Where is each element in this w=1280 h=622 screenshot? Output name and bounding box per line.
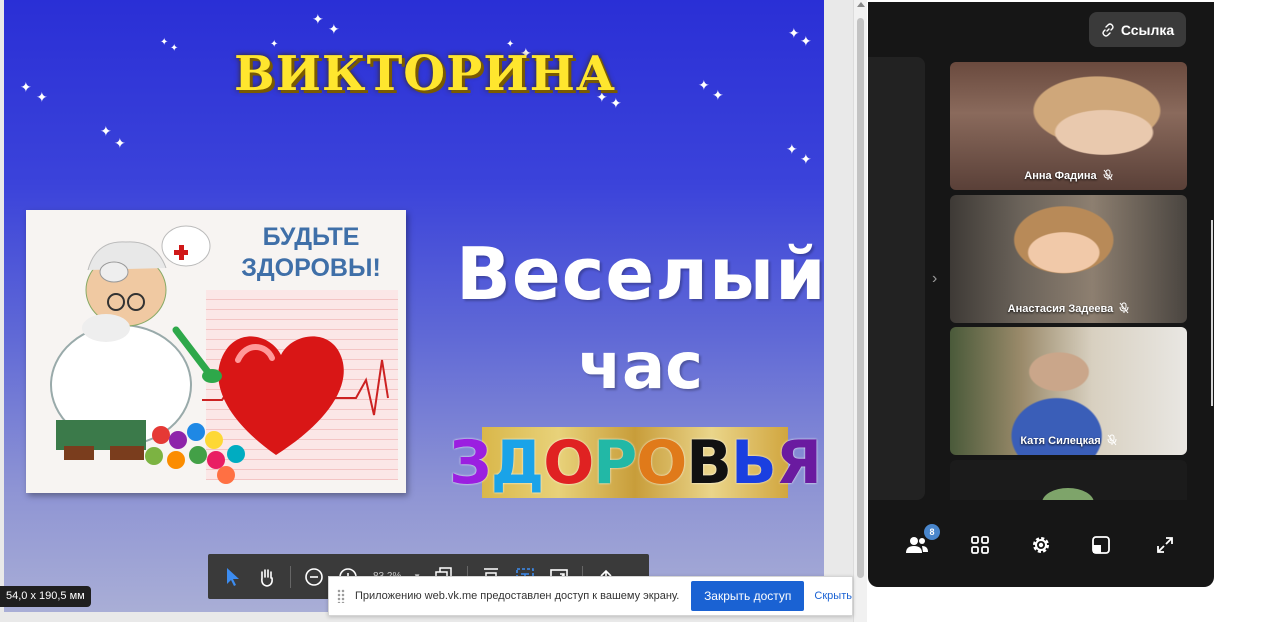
screen-share-notification: Приложению web.vk.me предоставлен доступ…	[328, 576, 853, 616]
subtitle-letter: О	[543, 427, 594, 498]
participant-avatar	[1042, 488, 1094, 500]
star-decoration: ✦	[160, 37, 169, 48]
subtitle-letter: Ь	[730, 427, 777, 498]
viewer-scrollbar[interactable]	[853, 0, 867, 622]
slide-subtitle-line1: Веселый	[456, 232, 824, 316]
participant-name-row: Катя Силецкая	[950, 434, 1187, 447]
participant-tile[interactable]: Анна Фадина	[950, 62, 1187, 190]
participants-button[interactable]: 8	[902, 524, 940, 560]
subtitle-letter: Р	[593, 427, 637, 498]
subtitle-letter: Д	[490, 427, 544, 498]
star-decoration: ✦	[170, 43, 179, 54]
participant-tile[interactable]: Катя Силецкая	[950, 327, 1187, 455]
star-decoration: ✦	[698, 77, 710, 93]
doctor-drawing	[50, 225, 389, 484]
grid-view-button[interactable]	[965, 530, 995, 560]
call-controls: 8	[898, 524, 1198, 560]
settings-button[interactable]	[1026, 530, 1056, 560]
star-decoration: ✦	[20, 79, 32, 95]
mic-off-icon	[1119, 302, 1129, 314]
star-decoration: ✦	[712, 87, 724, 103]
hide-link[interactable]: Скрыть	[814, 590, 852, 602]
star-decoration: ✦	[114, 135, 126, 151]
star-decoration: ✦	[100, 123, 112, 139]
star-decoration: ✦	[800, 33, 812, 49]
share-message: Приложению web.vk.me предоставлен доступ…	[354, 590, 680, 602]
participant-tile[interactable]	[950, 460, 1187, 500]
mic-off-icon	[1107, 434, 1117, 446]
participant-name: Анастасия Задеева	[1007, 303, 1114, 315]
subtitle-letter: О	[636, 427, 687, 498]
participant-name-row: Анастасия Задеева	[950, 302, 1187, 315]
main-video-area	[868, 57, 925, 500]
gear-icon	[1033, 537, 1049, 553]
scrollbar-thumb[interactable]	[857, 18, 864, 578]
layout-icon	[1092, 536, 1110, 554]
subtitle-letter: З	[449, 427, 492, 498]
participant-tile[interactable]: Анастасия Задеева	[950, 195, 1187, 323]
participant-name: Катя Силецкая	[1020, 435, 1101, 447]
layout-button[interactable]	[1086, 530, 1116, 560]
scroll-up-icon[interactable]	[857, 2, 865, 7]
fullscreen-button[interactable]	[1150, 530, 1180, 560]
grid-icon	[971, 536, 989, 554]
copy-link-button[interactable]: Ссылка	[1089, 12, 1186, 47]
participants-count-badge: 8	[924, 524, 940, 540]
slide-subtitle-line2: час	[578, 330, 704, 404]
document-viewer: ✦ ✦ ✦ ✦ ✦ ✦ ✦ ✦ ✦ ✦ ✦ ✦ ✦ ✦ ✦ ✦ ✦ ✦ ✦ ВИ…	[0, 0, 853, 622]
slide-title: ВИКТОРИНА	[234, 46, 617, 102]
link-icon	[1102, 22, 1114, 37]
participant-name: Анна Фадина	[1024, 170, 1097, 182]
star-decoration: ✦	[788, 25, 800, 41]
star-decoration: ✦	[328, 21, 340, 37]
presentation-slide: ✦ ✦ ✦ ✦ ✦ ✦ ✦ ✦ ✦ ✦ ✦ ✦ ✦ ✦ ✦ ✦ ✦ ✦ ✦ ВИ…	[4, 0, 824, 612]
zoom-out-icon[interactable]	[299, 562, 329, 592]
screen: ✦ ✦ ✦ ✦ ✦ ✦ ✦ ✦ ✦ ✦ ✦ ✦ ✦ ✦ ✦ ✦ ✦ ✦ ✦ ВИ…	[0, 0, 1280, 622]
expand-icon	[1157, 537, 1173, 553]
drag-handle-icon[interactable]	[337, 589, 345, 603]
doctor-illustration: БУДЬТЕ ЗДОРОВЫ!	[26, 210, 406, 493]
participant-name-row: Анна Фадина	[950, 169, 1187, 182]
hand-icon[interactable]	[252, 562, 282, 592]
participants-scrollbar[interactable]	[1211, 220, 1213, 406]
star-decoration: ✦	[800, 151, 812, 167]
toolbar-separator	[290, 565, 291, 588]
star-decoration: ✦	[312, 11, 324, 27]
slide-subtitle-line3: ЗДОРОВЬЯ	[449, 427, 822, 498]
participants-icon	[906, 537, 928, 553]
mic-off-icon	[1103, 169, 1113, 181]
select-arrow-icon[interactable]	[218, 562, 248, 592]
subtitle-letter: В	[686, 427, 732, 498]
copy-link-label: Ссылка	[1120, 21, 1175, 38]
subtitle-letter: Я	[775, 427, 822, 498]
video-call-panel: Ссылка › Анна Фадина Анастасия Задеева К…	[868, 2, 1214, 587]
star-decoration: ✦	[786, 141, 798, 157]
star-decoration: ✦	[36, 89, 48, 105]
stop-sharing-button[interactable]: Закрыть доступ	[691, 581, 805, 611]
chevron-right-icon[interactable]: ›	[932, 270, 937, 288]
page-dimensions-badge: 54,0 x 190,5 мм	[0, 586, 91, 607]
